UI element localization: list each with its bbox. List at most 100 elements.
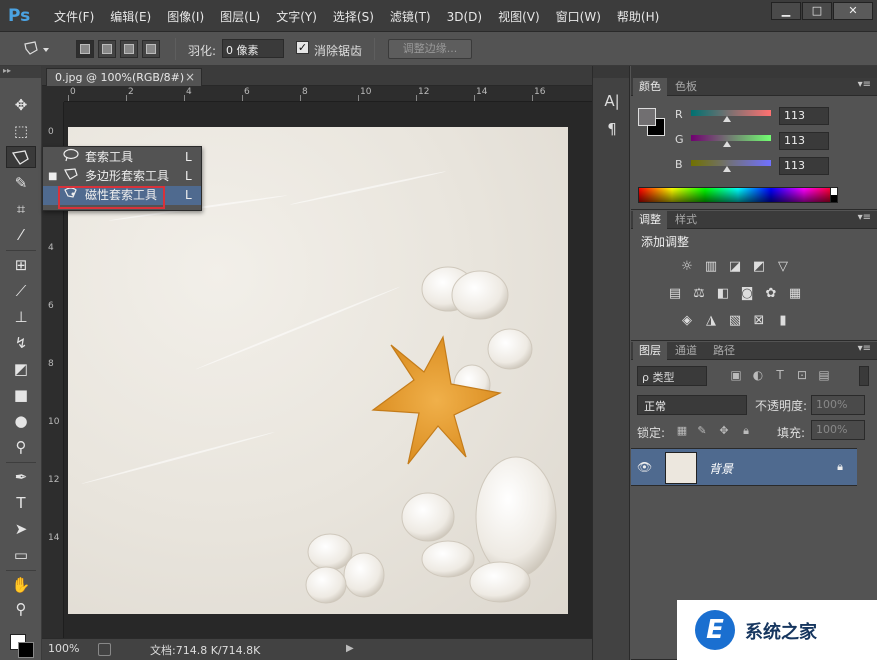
clone-stamp-icon[interactable]: ⊥ [6,306,36,328]
black-white-icon[interactable]: ◧ [715,286,731,302]
red-slider-thumb[interactable] [723,116,731,122]
layer-filter-select[interactable]: ρ 类型 [637,366,707,386]
intersect-selection-button[interactable] [142,40,160,58]
new-selection-button[interactable] [76,40,94,58]
filter-adjustment-icon[interactable]: ◐ [751,368,765,384]
green-slider-thumb[interactable] [723,141,731,147]
character-panel-icon[interactable]: A| [601,90,623,112]
gradient-map-icon[interactable]: ▮ [775,313,791,329]
color-lookup-icon[interactable]: ▦ [787,286,803,302]
threshold-icon[interactable]: ▧ [727,313,743,329]
path-selection-icon[interactable]: ➤ [6,518,36,540]
channel-mixer-icon[interactable]: ✿ [763,286,779,302]
tab-channels[interactable]: 通道 [669,342,703,360]
lasso-tool-icon[interactable] [6,146,36,168]
toolbar-collapse[interactable]: ▸▸ [0,66,41,78]
document-tab[interactable]: 0.jpg @ 100%(RGB/8#) × [46,68,202,86]
marquee-tool-icon[interactable]: ⬚ [6,120,36,142]
history-brush-icon[interactable]: ↯ [6,332,36,354]
curves-icon[interactable]: ◪ [727,259,743,275]
refine-edge-button[interactable]: 调整边缘... [388,39,472,59]
menu-edit[interactable]: 编辑(E) [102,8,159,26]
hand-tool-icon[interactable]: ✋ [6,574,36,596]
quick-selection-tool-icon[interactable]: ✎ [6,172,36,194]
maximize-button[interactable]: □ [802,2,832,20]
layer-row-background[interactable]: 👁︎ 背景 🔒︎ [631,448,857,486]
move-tool-icon[interactable]: ✥ [6,94,36,116]
close-button[interactable]: ✕ [833,2,873,20]
brush-tool-icon[interactable]: ⟋ [6,280,36,302]
flyout-lasso-tool[interactable]: 套索工具 L [43,148,201,167]
subtract-selection-button[interactable] [120,40,138,58]
tab-color[interactable]: 颜色 [633,78,667,96]
blue-slider-thumb[interactable] [723,166,731,172]
minimize-button[interactable]: ▁ [771,2,801,20]
status-icon[interactable] [98,643,111,656]
layer-name[interactable]: 背景 [709,460,733,477]
menu-image[interactable]: 图像(I) [159,8,212,26]
blur-tool-icon[interactable]: ● [6,410,36,432]
rectangle-tool-icon[interactable]: ▭ [6,544,36,566]
brightness-icon[interactable]: ☼ [679,259,695,275]
color-swatches[interactable] [8,632,36,658]
levels-icon[interactable]: ▥ [703,259,719,275]
filter-smart-object-icon[interactable]: ▤ [817,368,831,384]
photo-filter-icon[interactable]: ◙ [739,286,755,302]
antialias-checkbox[interactable]: ✓ [296,41,309,54]
blue-value-input[interactable]: 113 [779,157,829,175]
add-selection-button[interactable] [98,40,116,58]
filter-shape-icon[interactable]: ⊡ [795,368,809,384]
posterize-icon[interactable]: ◮ [703,313,719,329]
gradient-tool-icon[interactable]: ■ [6,384,36,406]
paragraph-panel-icon[interactable]: ¶ [601,118,623,140]
menu-view[interactable]: 视图(V) [490,8,548,26]
lock-all-icon[interactable]: 🔒︎ [739,424,753,438]
panel-collapse-bar[interactable] [631,66,877,78]
type-tool-icon[interactable]: T [6,492,36,514]
menu-help[interactable]: 帮助(H) [609,8,667,26]
red-value-input[interactable]: 113 [779,107,829,125]
red-slider[interactable] [691,110,771,116]
green-slider[interactable] [691,135,771,141]
tab-styles[interactable]: 样式 [669,211,703,229]
status-menu-arrow-icon[interactable]: ▶ [346,643,354,654]
menu-window[interactable]: 窗口(W) [548,8,609,26]
flyout-polygonal-lasso-tool[interactable]: ■ 多边形套索工具 L [43,167,201,186]
filter-pixel-icon[interactable]: ▣ [729,368,743,384]
tab-adjustments[interactable]: 调整 [633,211,667,229]
healing-brush-icon[interactable]: ⊞ [6,254,36,276]
opacity-input[interactable]: 100% [811,395,865,415]
vibrance-icon[interactable]: ▽ [775,259,791,275]
panel-menu-icon[interactable]: ▾≡ [858,343,871,354]
tab-layers[interactable]: 图层 [633,342,667,360]
lock-position-icon[interactable]: ✥ [717,424,731,438]
eraser-tool-icon[interactable]: ◩ [6,358,36,380]
close-tab-icon[interactable]: × [185,70,195,84]
foreground-color-swatch[interactable] [638,108,656,126]
tab-swatches[interactable]: 色板 [669,78,703,96]
fill-input[interactable]: 100% [811,420,865,440]
invert-icon[interactable]: ◈ [679,313,695,329]
crop-tool-icon[interactable]: ⌗ [6,198,36,220]
selective-color-icon[interactable]: ⊠ [751,313,767,329]
tool-preset-picker[interactable] [22,40,50,58]
menu-select[interactable]: 选择(S) [325,8,382,26]
exposure-icon[interactable]: ◩ [751,259,767,275]
blue-slider[interactable] [691,160,771,166]
lock-transparent-icon[interactable]: ▦ [675,424,689,438]
black-white-swatch[interactable] [830,187,838,203]
zoom-level[interactable]: 100% [48,642,79,655]
green-value-input[interactable]: 113 [779,132,829,150]
hue-saturation-icon[interactable]: ▤ [667,286,683,302]
visibility-eye-icon[interactable]: 👁︎ [637,460,652,474]
menu-layer[interactable]: 图层(L) [212,8,268,26]
panel-menu-icon[interactable]: ▾≡ [858,212,871,223]
panel-menu-icon[interactable]: ▾≡ [858,79,871,90]
menu-filter[interactable]: 滤镜(T) [382,8,439,26]
menu-3d[interactable]: 3D(D) [439,8,490,26]
feather-input[interactable]: 0 像素 [222,39,284,58]
background-swatch[interactable] [18,642,34,658]
color-spectrum[interactable] [638,187,838,203]
menu-file[interactable]: 文件(F) [46,8,102,26]
lock-image-icon[interactable]: ✎ [695,424,709,438]
